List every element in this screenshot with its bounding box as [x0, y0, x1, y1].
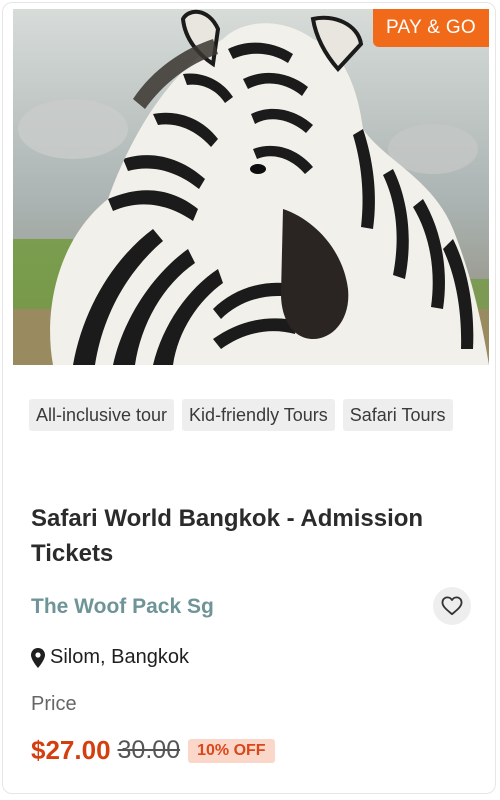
- tag-all-inclusive[interactable]: All-inclusive tour: [29, 399, 175, 431]
- original-price: 30.00: [117, 736, 181, 764]
- product-title[interactable]: Safari World Bangkok - Admission Tickets: [31, 501, 471, 571]
- zebra-photo: [13, 9, 489, 365]
- product-image[interactable]: PAY & GO: [13, 9, 489, 365]
- price-label: Price: [31, 693, 77, 715]
- map-pin-icon: [31, 647, 45, 668]
- favorite-button[interactable]: [433, 587, 471, 625]
- heart-icon: [441, 596, 463, 616]
- tag-kid-friendly[interactable]: Kid-friendly Tours: [182, 399, 335, 431]
- tag-list: All-inclusive tour Kid-friendly Tours Sa…: [29, 399, 469, 431]
- discount-badge: 10% OFF: [188, 738, 275, 763]
- vendor-name[interactable]: The Woof Pack Sg: [31, 595, 214, 619]
- pay-and-go-badge: PAY & GO: [372, 9, 489, 47]
- product-card[interactable]: PAY & GO All-inclusive tour Kid-friendly…: [2, 2, 496, 794]
- location: Silom, Bangkok: [31, 646, 189, 669]
- current-price: $27.00: [31, 735, 111, 765]
- location-text: Silom, Bangkok: [50, 646, 189, 668]
- tag-safari-tours[interactable]: Safari Tours: [342, 399, 453, 431]
- price-row: $27.00 30.00 10% OFF: [31, 735, 275, 766]
